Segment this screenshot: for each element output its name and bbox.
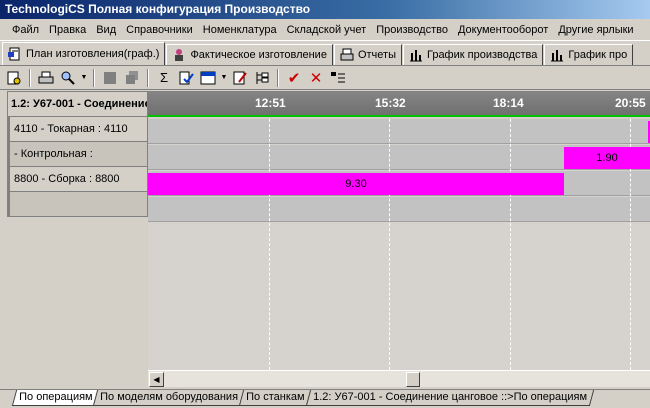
tab-bar: План изготовления(граф.) Фактическое изг… — [0, 41, 650, 65]
tab-item-by-operations[interactable]: 1.2: У67-001 - Соединение цанговое ::>По… — [305, 390, 594, 406]
window-title: TechnologiCS Полная конфигурация Произво… — [0, 0, 650, 19]
tab-label: План изготовления(граф.) — [26, 48, 160, 60]
operation-list: 4110 - Токарная : 4110 - Контрольная : 8… — [7, 117, 148, 217]
operation-row[interactable]: - Контрольная : — [7, 142, 148, 167]
chevron-down-icon[interactable]: ▼ — [80, 74, 88, 81]
delete-icon[interactable]: ✕ — [306, 68, 326, 88]
menu-references[interactable]: Справочники — [121, 20, 198, 40]
tab-label: График про — [568, 49, 628, 61]
bottom-tab-bar: По операциям По моделям оборудования По … — [0, 389, 650, 408]
operation-row-empty — [7, 192, 148, 217]
grid-line — [269, 119, 270, 370]
scroll-thumb[interactable] — [406, 372, 420, 387]
plan-icon — [8, 47, 22, 61]
tab-actual-production[interactable]: Фактическое изготовление — [166, 44, 333, 65]
tree-icon[interactable] — [252, 68, 272, 88]
check-doc-icon[interactable] — [176, 68, 196, 88]
bar-chart-icon — [409, 48, 423, 62]
stop-icon[interactable] — [100, 68, 120, 88]
calendar-icon[interactable] — [198, 68, 218, 88]
edit-icon[interactable] — [230, 68, 250, 88]
tab-label: График производства — [426, 49, 538, 61]
time-label: 18:14 — [493, 96, 524, 110]
menu-bar: Файл Правка Вид Справочники Номенклатура… — [0, 19, 650, 41]
grid-line — [389, 119, 390, 370]
tab-label: 1.2: У67-001 - Соединение цанговое ::>По… — [312, 391, 587, 403]
gantt-bar[interactable]: 9.30 — [148, 173, 564, 195]
gantt-lane — [148, 119, 650, 144]
menu-nomenclature[interactable]: Номенклатура — [198, 20, 282, 40]
tab-label: По станкам — [246, 391, 305, 403]
menu-view[interactable]: Вид — [91, 20, 121, 40]
tab-reports[interactable]: Отчеты — [333, 44, 402, 65]
menu-edit[interactable]: Правка — [44, 20, 91, 40]
properties-icon[interactable] — [4, 68, 24, 88]
copy-icon[interactable] — [122, 68, 142, 88]
grid-line — [510, 119, 511, 370]
tab-production-schedule[interactable]: График производства — [402, 44, 544, 65]
time-label: 20:55 — [615, 96, 646, 110]
operation-row[interactable]: 8800 - Сборка : 8800 — [7, 167, 148, 192]
gantt-lane — [148, 197, 650, 222]
toolbar-separator — [277, 68, 279, 87]
printer-icon — [340, 48, 354, 62]
horizontal-scrollbar[interactable]: ◀ — [148, 370, 650, 387]
preview-icon[interactable] — [58, 68, 78, 88]
tab-by-equipment-models[interactable]: По моделям оборудования — [93, 390, 246, 406]
menu-warehouse[interactable]: Складской учет — [282, 20, 372, 40]
sum-icon[interactable]: Σ — [154, 68, 174, 88]
menu-production[interactable]: Производство — [371, 20, 453, 40]
checkmark-icon[interactable]: ✔ — [284, 68, 304, 88]
gantt-area[interactable]: 1.90 9.30 — [148, 119, 650, 370]
toolbar-separator — [93, 68, 95, 87]
menu-documents[interactable]: Документооборот — [453, 20, 553, 40]
tab-production-schedule-2[interactable]: График про — [544, 44, 634, 65]
toolbar-separator — [29, 68, 31, 87]
list-icon[interactable] — [328, 68, 348, 88]
gantt-title: 1.2: У67-001 - Соединение цанговое — [7, 91, 148, 117]
tab-label: Отчеты — [357, 49, 396, 61]
timeline-header: 12:51 15:32 18:14 20:55 — [148, 91, 650, 117]
tab-label: По операциям — [19, 391, 93, 403]
chevron-down-icon[interactable]: ▼ — [220, 74, 228, 81]
tab-label: Фактическое изготовление — [190, 49, 327, 61]
operation-row[interactable]: 4110 - Токарная : 4110 — [7, 117, 148, 142]
gantt-bar[interactable]: 1.90 — [564, 147, 650, 169]
print-icon[interactable] — [36, 68, 56, 88]
worker-icon — [172, 48, 186, 62]
toolbar: ▼ Σ ▼ ✔ ✕ — [0, 65, 650, 90]
menu-file[interactable]: Файл — [0, 20, 44, 40]
tab-by-operations[interactable]: По операциям — [11, 390, 100, 406]
time-label: 12:51 — [255, 96, 286, 110]
tab-by-machines[interactable]: По станкам — [239, 390, 312, 406]
bar-chart-icon — [550, 48, 564, 62]
time-label: 15:32 — [375, 96, 406, 110]
toolbar-separator — [147, 68, 149, 87]
menu-other-shortcuts[interactable]: Другие ярлыки — [553, 20, 638, 40]
tab-label: По моделям оборудования — [100, 391, 239, 403]
scroll-left-icon[interactable]: ◀ — [149, 372, 164, 387]
tab-production-plan-graph[interactable]: План изготовления(граф.) — [2, 42, 166, 65]
